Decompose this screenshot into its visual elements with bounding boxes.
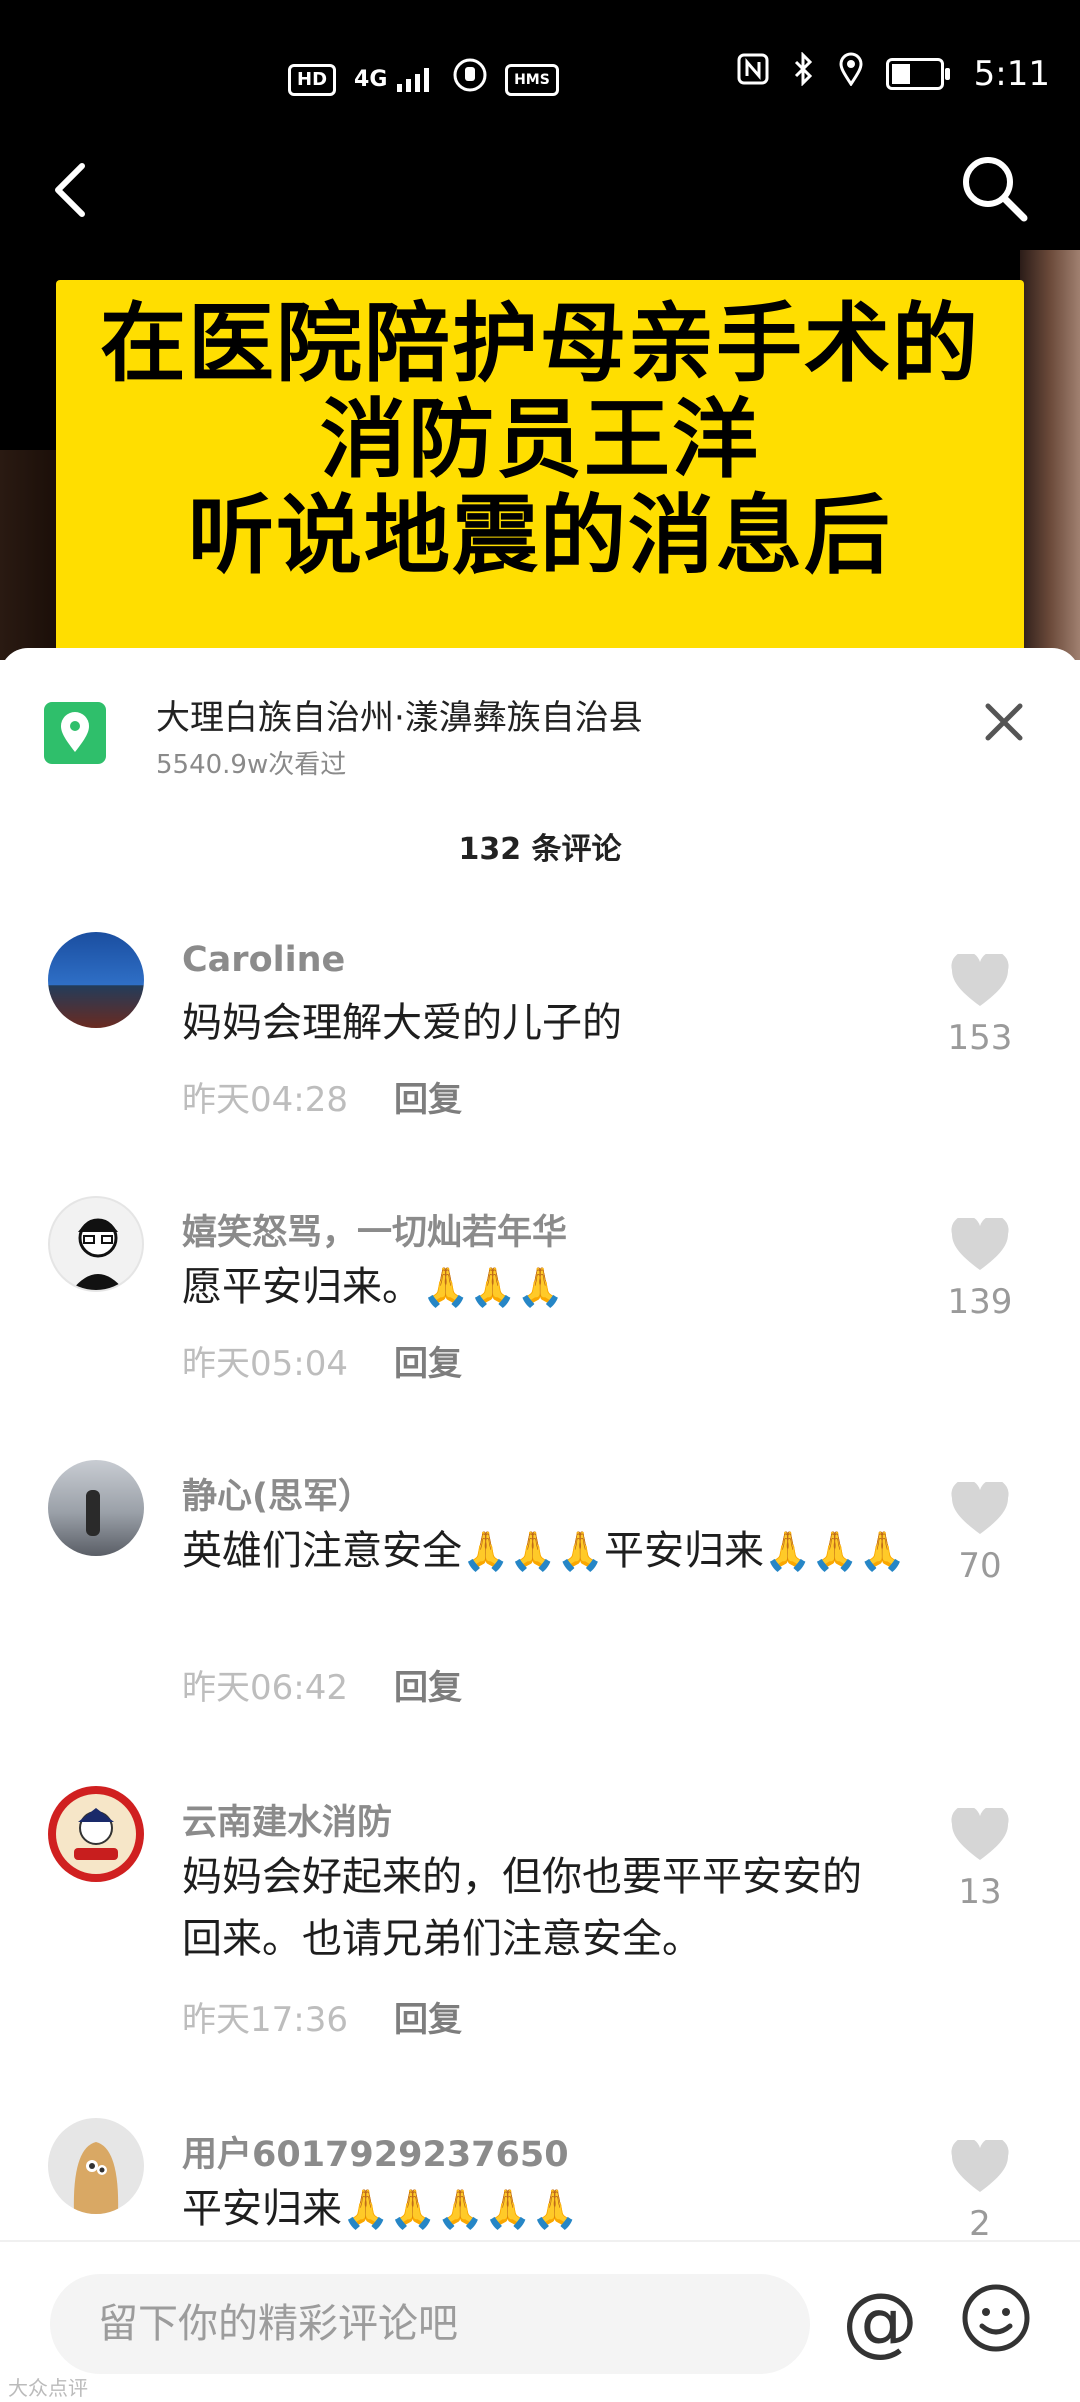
comment-username[interactable]: 嬉笑怒骂，一切灿若年华 [182,1204,567,1255]
pray-emoji: 🙏🙏🙏 [422,1265,564,1309]
heart-icon [951,951,1009,1006]
comment-input-bar: @ [0,2240,1080,2402]
pray-emoji: 🙏🙏🙏🙏🙏 [342,2187,579,2231]
comment-text-body: 平安归来 [182,2186,342,2232]
like-button[interactable]: 139 [920,1215,1040,1322]
comment-username[interactable]: Caroline [182,940,345,980]
watermark: 大众点评 [8,2376,88,2400]
comment-time: 昨天06:42 [182,1668,348,1708]
video-background-left [0,450,60,660]
heart-icon [951,2137,1009,2192]
heart-icon [951,1215,1009,1270]
comment-meta: 昨天06:42 回复 [182,1660,462,1709]
comment-text: 英雄们注意安全🙏🙏🙏平安归来🙏🙏🙏 [182,1520,922,1582]
hand-icon [453,58,487,101]
video-caption-banner: 在医院陪护母亲手术的 消防员王洋 听说地震的消息后 [56,280,1024,660]
location-pin-icon [838,52,864,95]
comment-text: 平安归来🙏🙏🙏🙏🙏 [182,2178,922,2240]
like-button[interactable]: 70 [920,1479,1040,1586]
battery-icon [885,57,950,90]
comment-meta: 昨天04:28 回复 [182,1072,462,1121]
status-bar: HD 4G HMS 5:11 [0,0,1080,128]
search-icon[interactable] [958,152,1030,224]
4g-signal-icon: 4G [354,66,435,94]
back-icon[interactable] [50,160,90,220]
banner-line-1: 在医院陪护母亲手术的 [100,294,980,394]
comment-text-body: 愿平安归来。 [182,1264,422,1310]
comment-username[interactable]: 静心(思军） [182,1468,373,1519]
like-count: 2 [969,2204,991,2244]
comments-sheet: 大理白族自治州·漾濞彝族自治县 5540.9w次看过 132 条评论 Carol… [0,648,1080,2400]
avatar[interactable] [48,1786,144,1882]
comment-time: 昨天04:28 [182,1080,348,1120]
banner-line-3: 听说地震的消息后 [188,486,892,586]
video-background [1020,250,1080,660]
hd-badge: HD [288,63,337,96]
hms-badge: HMS [505,63,559,96]
video-area[interactable]: HD 4G HMS 5:11 在医院陪护母亲手术的 消防员王洋 听说地震的消息后 [0,0,1080,660]
emoji-icon[interactable] [960,2282,1032,2354]
like-button[interactable]: 2 [920,2137,1040,2244]
comment-meta: 昨天17:36 回复 [182,1992,462,2041]
clock-time: 5:11 [973,53,1050,94]
comment-text: 愿平安归来。🙏🙏🙏 [182,1256,922,1318]
like-count: 153 [947,1018,1013,1058]
heart-icon [951,1805,1009,1860]
view-count: 5540.9w次看过 [156,750,347,780]
reply-button[interactable]: 回复 [394,1080,462,1120]
comment-time: 昨天17:36 [182,2000,348,2040]
pray-emoji: 🙏🙏🙏 [462,1529,604,1573]
avatar[interactable] [48,2118,144,2214]
heart-icon [951,1479,1009,1534]
location-name[interactable]: 大理白族自治州·漾濞彝族自治县 [156,690,643,739]
reply-button[interactable]: 回复 [394,2000,462,2040]
bluetooth-icon [792,51,816,95]
comment-meta: 昨天05:04 回复 [182,1336,462,1385]
like-count: 13 [958,1872,1002,1912]
pray-emoji: 🙏🙏🙏 [763,1529,906,1573]
avatar[interactable] [48,1196,144,1292]
comment-text: 妈妈会理解大爱的儿子的 [182,1000,622,1046]
comment-time: 昨天05:04 [182,1344,348,1384]
like-count: 139 [947,1282,1013,1322]
comment-count: 132 条评论 [458,832,622,867]
comment-text-body: 英雄们注意安全 [182,1528,462,1574]
comment-item: 静心(思军） 英雄们注意安全🙏🙏🙏平安归来🙏🙏🙏 昨天06:42 回复 70 [0,1460,1080,1740]
comment-text: 妈妈会好起来的，但你也要平平安安的回来。也请兄弟们注意安全。 [182,1854,862,1962]
comment-input[interactable] [50,2274,778,2374]
location-icon [44,702,106,764]
reply-button[interactable]: 回复 [394,1344,462,1384]
comment-input-container[interactable] [50,2274,810,2374]
comment-item: 云南建水消防 妈妈会好起来的，但你也要平平安安的回来。也请兄弟们注意安全。 昨天… [0,1786,1080,2076]
status-right-icons: 5:11 [736,51,1050,95]
comment-item: 嬉笑怒骂，一切灿若年华 愿平安归来。🙏🙏🙏 昨天05:04 回复 139 [0,1196,1080,1416]
status-network-icons: HD 4G HMS [288,58,559,101]
like-count: 70 [958,1546,1002,1586]
like-button[interactable]: 153 [920,951,1040,1058]
comment-text-body-2: 平安归来 [603,1528,764,1574]
close-icon[interactable] [984,702,1024,742]
avatar[interactable] [48,932,144,1028]
reply-button[interactable]: 回复 [394,1668,462,1708]
banner-line-2: 消防员王洋 [320,390,760,490]
comment-username[interactable]: 用户6017929237650 [182,2126,569,2177]
like-button[interactable]: 13 [920,1805,1040,1912]
avatar[interactable] [48,1460,144,1556]
comment-username[interactable]: 云南建水消防 [182,1794,392,1845]
mention-at-icon[interactable]: @ [842,2276,918,2366]
nfc-icon [736,52,770,95]
comment-item: Caroline 妈妈会理解大爱的儿子的 昨天04:28 回复 153 [0,932,1080,1152]
